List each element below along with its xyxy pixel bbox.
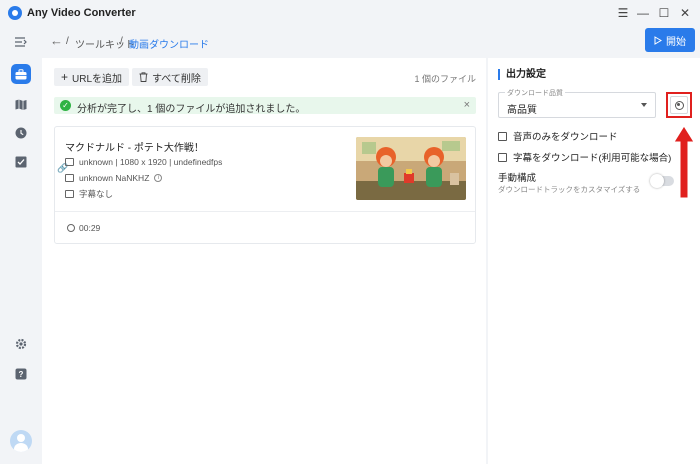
sidebar-item-tasks[interactable] xyxy=(11,152,31,172)
start-button[interactable]: 開始 xyxy=(645,28,695,52)
video-format-text: unknown | 1080 x 1920 | undefinedfps xyxy=(79,157,223,167)
start-button-label: 開始 xyxy=(666,36,686,48)
subtitles-option[interactable]: 字幕をダウンロード(利用可能な場合) xyxy=(498,150,671,164)
collapse-sidebar-icon[interactable] xyxy=(11,32,31,52)
caret-down-icon xyxy=(641,103,647,107)
download-quality-select[interactable]: ダウンロード品質 高品質 xyxy=(498,88,656,118)
duration-text: 00:29 xyxy=(79,223,101,233)
subtitles-label: 字幕をダウンロード(利用可能な場合) xyxy=(513,153,672,164)
map-icon xyxy=(15,99,27,110)
video-format-icon xyxy=(65,158,74,166)
trash-icon xyxy=(139,72,148,82)
toolbox-icon xyxy=(15,68,27,79)
user-avatar[interactable] xyxy=(10,430,32,452)
sidebar: ? xyxy=(0,26,42,464)
play-icon xyxy=(654,35,662,45)
top-bar: ← / ツールキット / 動画ダウンロード 開始 xyxy=(42,26,700,56)
help-icon[interactable]: ? xyxy=(11,364,31,384)
panel-title: 出力設定 xyxy=(498,69,546,80)
quality-value: 高品質 xyxy=(507,105,537,116)
add-url-button[interactable]: + URLを追加 xyxy=(54,68,130,86)
plus-icon: + xyxy=(61,70,69,84)
audio-info: unknown NaNKHZ i xyxy=(65,173,163,183)
file-count: 1 個のファイル xyxy=(414,74,476,84)
manual-config-toggle[interactable] xyxy=(650,174,674,188)
video-title: マクドナルド - ポテト大作戦！ xyxy=(65,143,204,154)
breadcrumb-current: 動画ダウンロード xyxy=(129,40,209,51)
minimize-icon[interactable]: — xyxy=(634,4,652,22)
main-content: + URLを追加 すべて削除 1 個のファイル ✓ 分析が完了し、1 個のファイ… xyxy=(42,58,486,464)
video-format-info: unknown | 1080 x 1920 | undefinedfps xyxy=(65,157,222,167)
success-alert: ✓ 分析が完了し、1 個のファイルが追加されました。 × xyxy=(54,97,476,115)
delete-all-button[interactable]: すべて削除 xyxy=(132,68,208,86)
audio-only-checkbox[interactable] xyxy=(498,131,507,141)
alert-message: 分析が完了し、1 個のファイルが追加されました。 xyxy=(77,104,306,115)
sidebar-item-history[interactable] xyxy=(11,123,31,143)
breadcrumb-toolkit[interactable]: ツールキット xyxy=(75,36,135,51)
manual-config-title: 手動構成 xyxy=(498,173,537,184)
video-duration: 00:29 xyxy=(67,223,100,233)
audio-track-icon xyxy=(65,174,74,182)
app-title: Any Video Converter xyxy=(27,7,136,19)
sidebar-item-toolkit[interactable] xyxy=(11,64,31,84)
quality-settings-button[interactable] xyxy=(666,92,692,118)
audio-only-option[interactable]: 音声のみをダウンロード xyxy=(498,129,618,143)
sidebar-item-library[interactable] xyxy=(11,94,31,114)
title-bar: Any Video Converter ☰ — ☐ ✕ xyxy=(0,0,700,26)
gear-icon xyxy=(674,100,684,110)
breadcrumb-separator: / xyxy=(66,36,69,47)
subtitles-checkbox[interactable] xyxy=(498,152,507,162)
checklist-icon xyxy=(15,156,27,168)
manual-config-subtitle: ダウンロードトラックをカスタマイズする xyxy=(498,185,641,194)
settings-frame xyxy=(670,96,688,114)
app-logo-icon xyxy=(8,6,22,20)
alert-close-icon[interactable]: × xyxy=(464,99,470,111)
back-arrow-icon[interactable]: ← xyxy=(50,34,64,48)
delete-all-label: すべて削除 xyxy=(152,73,201,85)
clock-icon xyxy=(15,127,27,139)
duration-clock-icon xyxy=(67,224,75,232)
subtitle-icon xyxy=(65,190,74,198)
audio-only-label: 音声のみをダウンロード xyxy=(513,132,618,143)
audio-info-text: unknown NaNKHZ xyxy=(79,173,150,183)
check-circle-icon: ✓ xyxy=(60,100,71,111)
output-settings-panel: 出力設定 ダウンロード品質 高品質 音声のみをダウンロード 字幕をダウンロード(… xyxy=(488,58,700,464)
video-thumbnail xyxy=(356,137,466,200)
card-divider xyxy=(55,211,475,212)
annotation-arrow-icon xyxy=(673,125,695,199)
menu-icon[interactable]: ☰ xyxy=(614,4,632,22)
video-item-card: マクドナルド - ポテト大作戦！ 🔗 unknown | 1080 x 1920… xyxy=(54,126,476,244)
quality-label: ダウンロード品質 xyxy=(505,88,565,98)
maximize-icon[interactable]: ☐ xyxy=(655,4,673,22)
subtitle-info: 字幕なし xyxy=(65,188,113,200)
svg-text:?: ? xyxy=(19,370,24,379)
add-url-label: URLを追加 xyxy=(72,73,123,85)
subtitle-info-text: 字幕なし xyxy=(79,189,114,199)
breadcrumb-separator: / xyxy=(120,36,123,47)
settings-gear-icon[interactable] xyxy=(11,334,31,354)
close-icon[interactable]: ✕ xyxy=(676,4,694,22)
info-icon[interactable]: i xyxy=(154,174,163,182)
